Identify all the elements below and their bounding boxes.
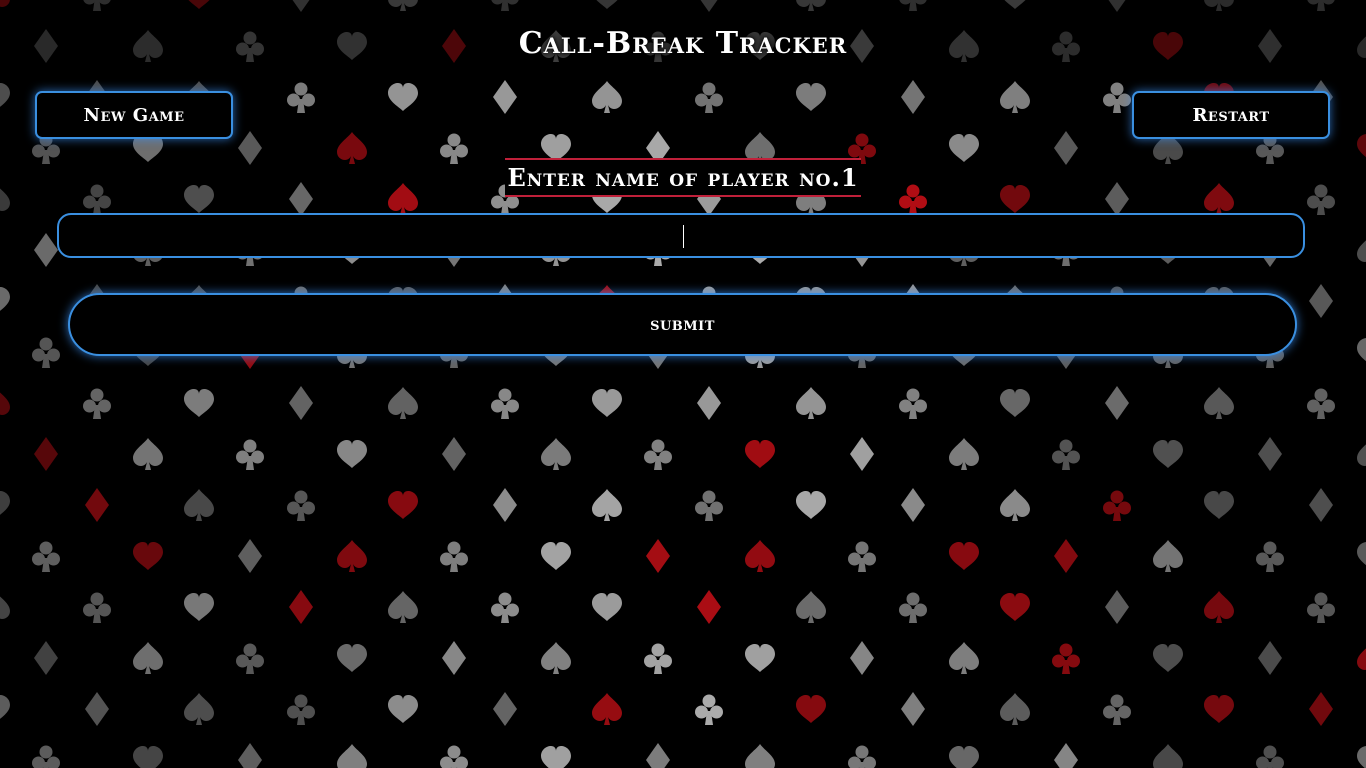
page-title: Call-Break Tracker bbox=[518, 26, 848, 61]
text-caret bbox=[683, 225, 684, 248]
restart-button[interactable]: Restart bbox=[1132, 91, 1330, 139]
new-game-button[interactable]: New Game bbox=[35, 91, 233, 139]
player-name-prompt: Enter name of player no.1 bbox=[505, 158, 861, 197]
player-name-input[interactable] bbox=[57, 213, 1305, 258]
prompt-container: Enter name of player no.1 bbox=[0, 158, 1366, 197]
app-root: Call-Break Tracker New Game Restart Ente… bbox=[0, 0, 1366, 768]
submit-button[interactable]: submit bbox=[68, 293, 1297, 356]
